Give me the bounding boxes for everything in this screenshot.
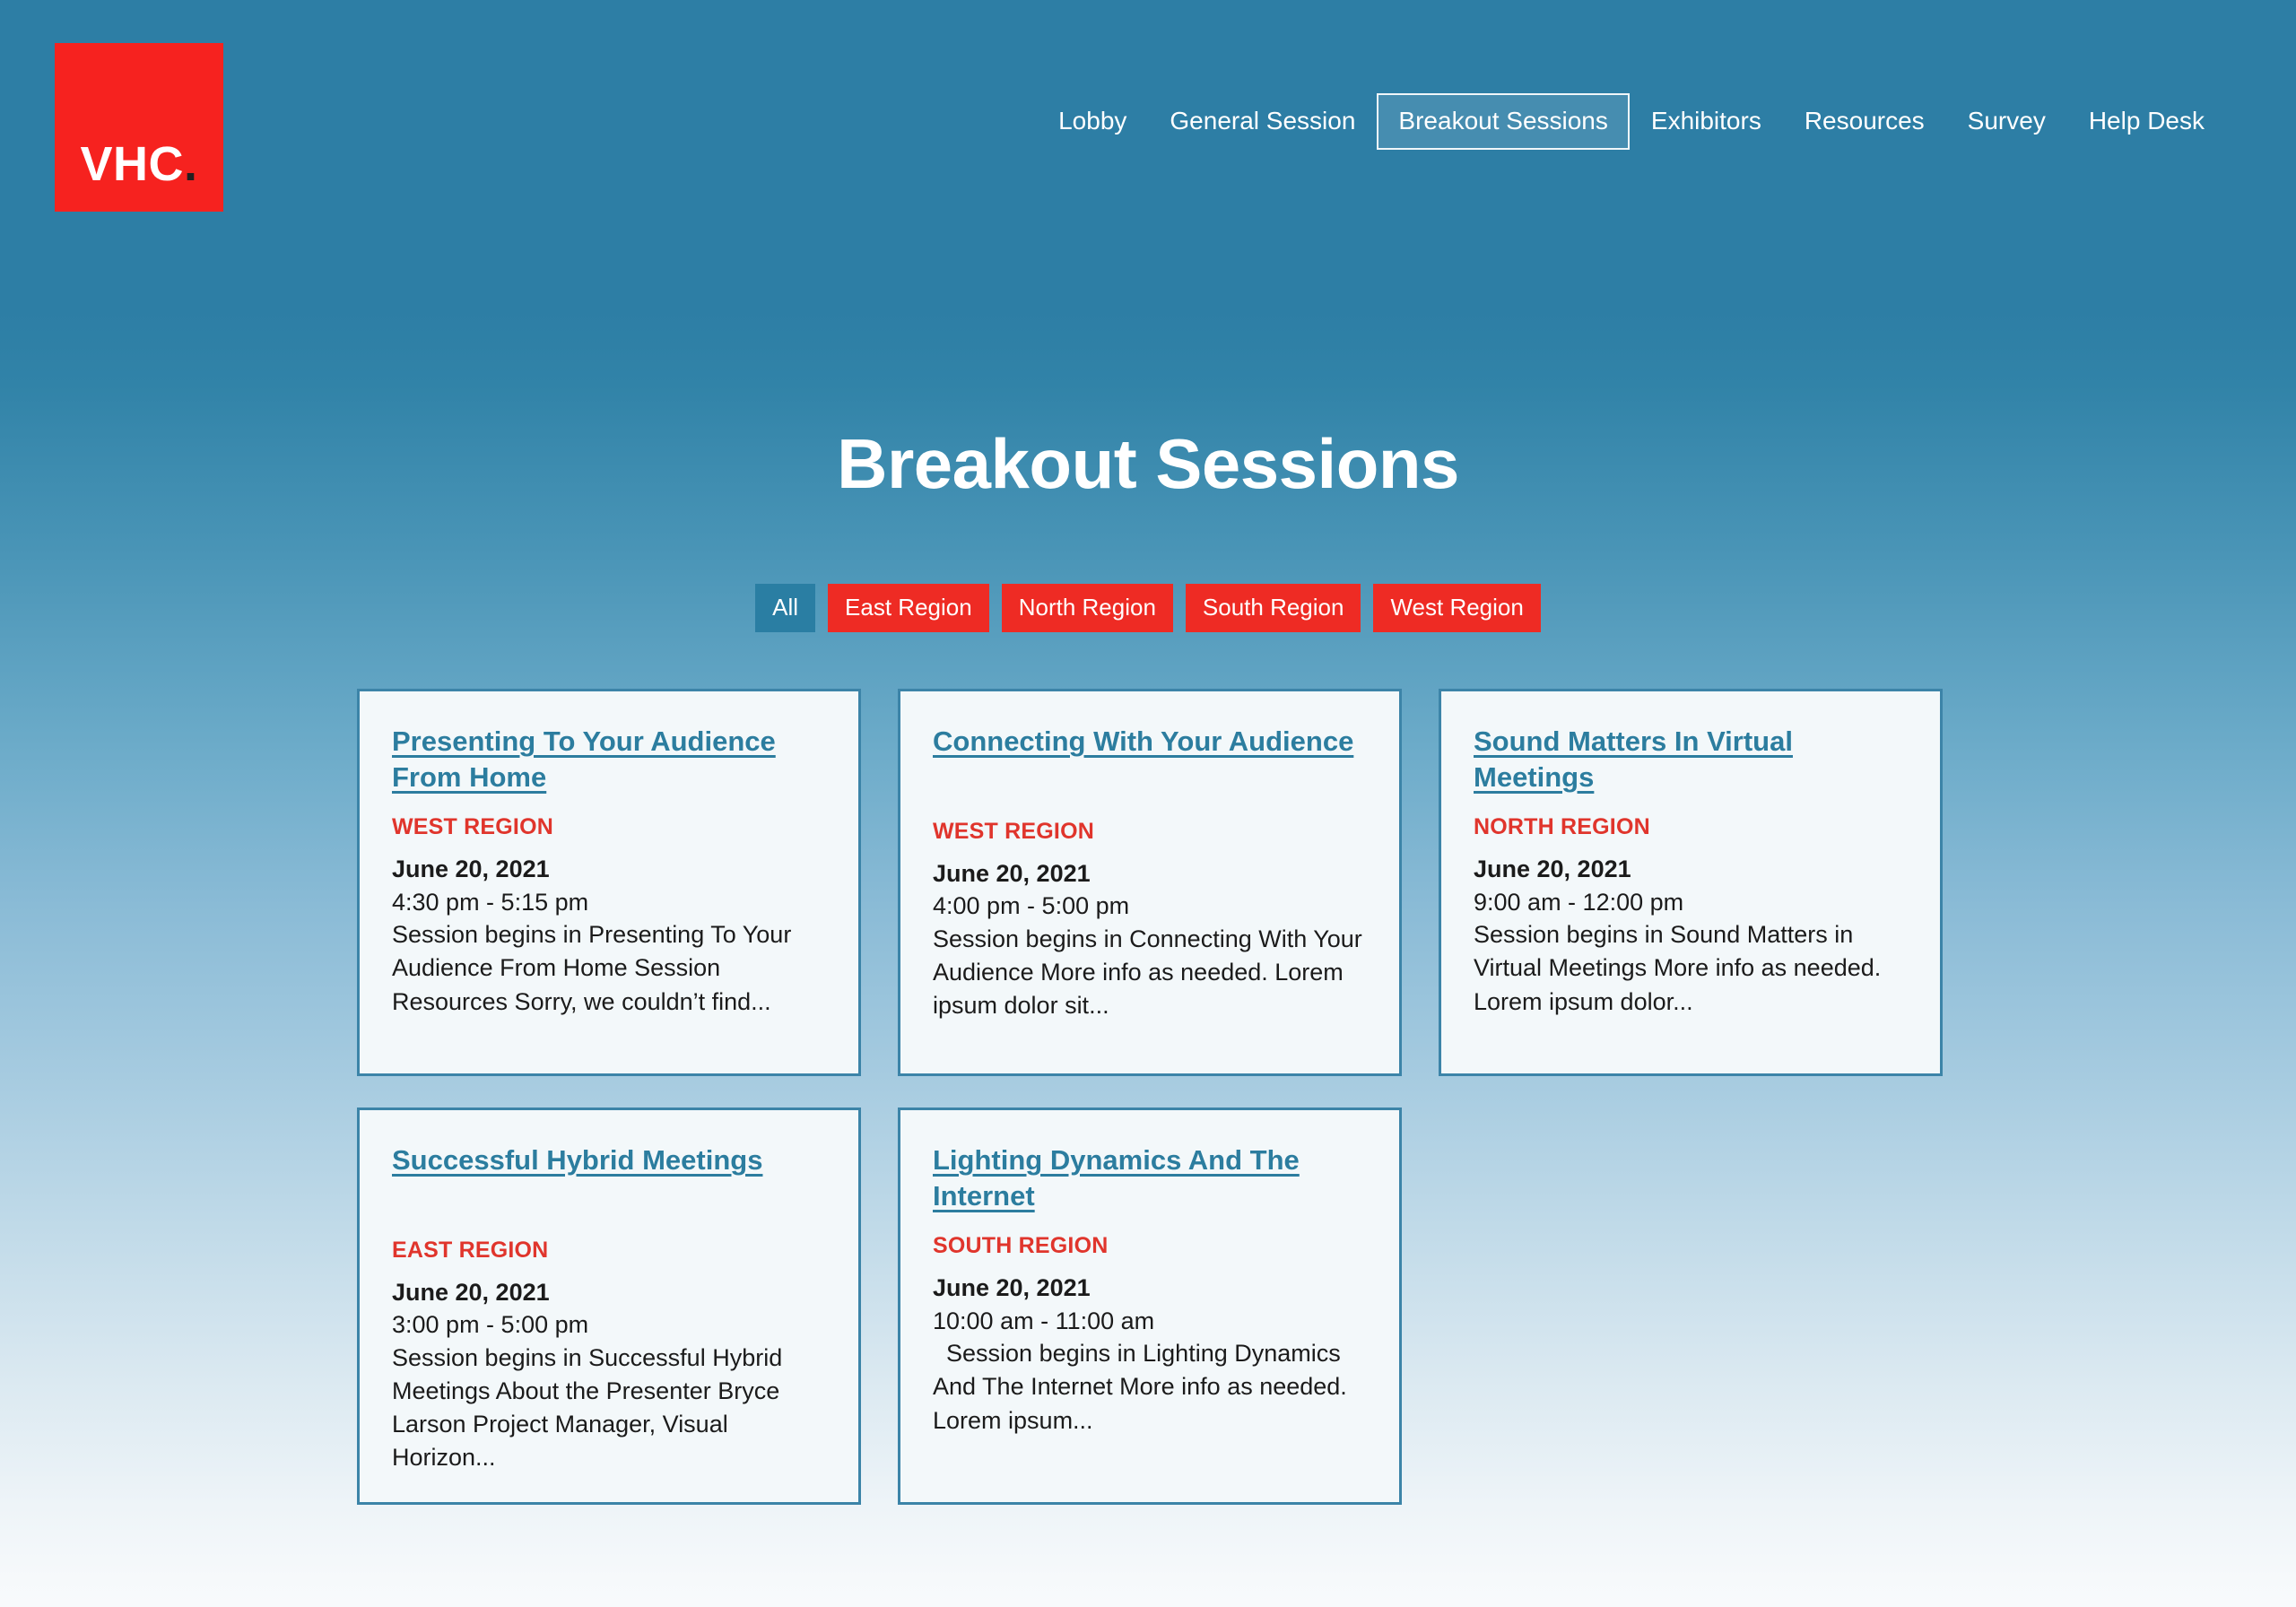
- session-description: Session begins in Successful Hybrid Meet…: [392, 1343, 789, 1472]
- nav-item-resources[interactable]: Resources: [1783, 93, 1946, 150]
- nav-item-help-desk[interactable]: Help Desk: [2067, 93, 2226, 150]
- session-region-label: WEST REGION: [933, 818, 1094, 844]
- session-region-label: NORTH REGION: [1474, 814, 1650, 840]
- session-time: 10:00 am - 11:00 am: [933, 1307, 1155, 1334]
- filter-button-north-region[interactable]: North Region: [1001, 584, 1173, 632]
- session-region-label: WEST REGION: [392, 814, 553, 840]
- filter-button-east-region[interactable]: East Region: [828, 584, 989, 632]
- nav-item-exhibitors[interactable]: Exhibitors: [1630, 93, 1783, 150]
- region-filter-bar: All East Region North Region South Regio…: [0, 584, 2296, 632]
- session-title-link[interactable]: Presenting To Your Audience From Home: [392, 724, 826, 795]
- page-title: Breakout Sessions: [837, 424, 1459, 503]
- session-date: June 20, 2021: [933, 859, 1091, 887]
- session-date: June 20, 2021: [392, 856, 550, 883]
- session-description: Session begins in Lighting Dynamics And …: [933, 1340, 1354, 1434]
- session-date: June 20, 2021: [933, 1274, 1091, 1302]
- filter-button-west-region[interactable]: West Region: [1373, 584, 1541, 632]
- main-navigation: Lobby General Session Breakout Sessions …: [1037, 93, 2226, 150]
- session-time: 4:00 pm - 5:00 pm: [933, 892, 1130, 920]
- logo-period: .: [184, 137, 198, 191]
- session-description: Session begins in Sound Matters in Virtu…: [1474, 921, 1888, 1015]
- session-title-link[interactable]: Sound Matters In Virtual Meetings: [1474, 724, 1908, 795]
- session-title-link[interactable]: Successful Hybrid Meetings: [392, 1142, 826, 1178]
- session-card[interactable]: Sound Matters In Virtual Meetings NORTH …: [1439, 689, 1943, 1076]
- page-background: VHC. Lobby General Session Breakout Sess…: [0, 0, 2296, 1607]
- filter-button-south-region[interactable]: South Region: [1185, 584, 1361, 632]
- session-date: June 20, 2021: [392, 1278, 550, 1306]
- session-description: Session begins in Presenting To Your Aud…: [392, 921, 797, 1015]
- session-region-label: SOUTH REGION: [933, 1233, 1109, 1259]
- session-time: 3:00 pm - 5:00 pm: [392, 1311, 589, 1339]
- session-title-link[interactable]: Connecting With Your Audience: [933, 724, 1367, 760]
- session-title-link[interactable]: Lighting Dynamics And The Internet: [933, 1142, 1367, 1213]
- nav-item-survey[interactable]: Survey: [1946, 93, 2067, 150]
- session-card[interactable]: Lighting Dynamics And The Internet SOUTH…: [898, 1108, 1402, 1505]
- session-card-grid: Presenting To Your Audience From Home WE…: [357, 689, 1943, 1505]
- vhc-logo[interactable]: VHC.: [55, 43, 223, 212]
- logo-wordmark: VHC.: [80, 140, 197, 188]
- session-description: Session begins in Connecting With Your A…: [933, 925, 1368, 1020]
- session-date: June 20, 2021: [1474, 856, 1631, 883]
- session-card[interactable]: Presenting To Your Audience From Home WE…: [357, 689, 861, 1076]
- session-time: 9:00 am - 12:00 pm: [1474, 888, 1684, 916]
- site-header: VHC. Lobby General Session Breakout Sess…: [0, 0, 2296, 247]
- session-card[interactable]: Connecting With Your Audience WEST REGIO…: [898, 689, 1402, 1076]
- nav-item-lobby[interactable]: Lobby: [1037, 93, 1148, 150]
- nav-item-general-session[interactable]: General Session: [1148, 93, 1377, 150]
- logo-letters: VHC: [80, 137, 184, 191]
- session-region-label: EAST REGION: [392, 1237, 549, 1263]
- filter-button-all[interactable]: All: [755, 584, 816, 632]
- session-card[interactable]: Successful Hybrid Meetings EAST REGION J…: [357, 1108, 861, 1505]
- session-time: 4:30 pm - 5:15 pm: [392, 888, 589, 916]
- nav-item-breakout-sessions[interactable]: Breakout Sessions: [1377, 93, 1630, 150]
